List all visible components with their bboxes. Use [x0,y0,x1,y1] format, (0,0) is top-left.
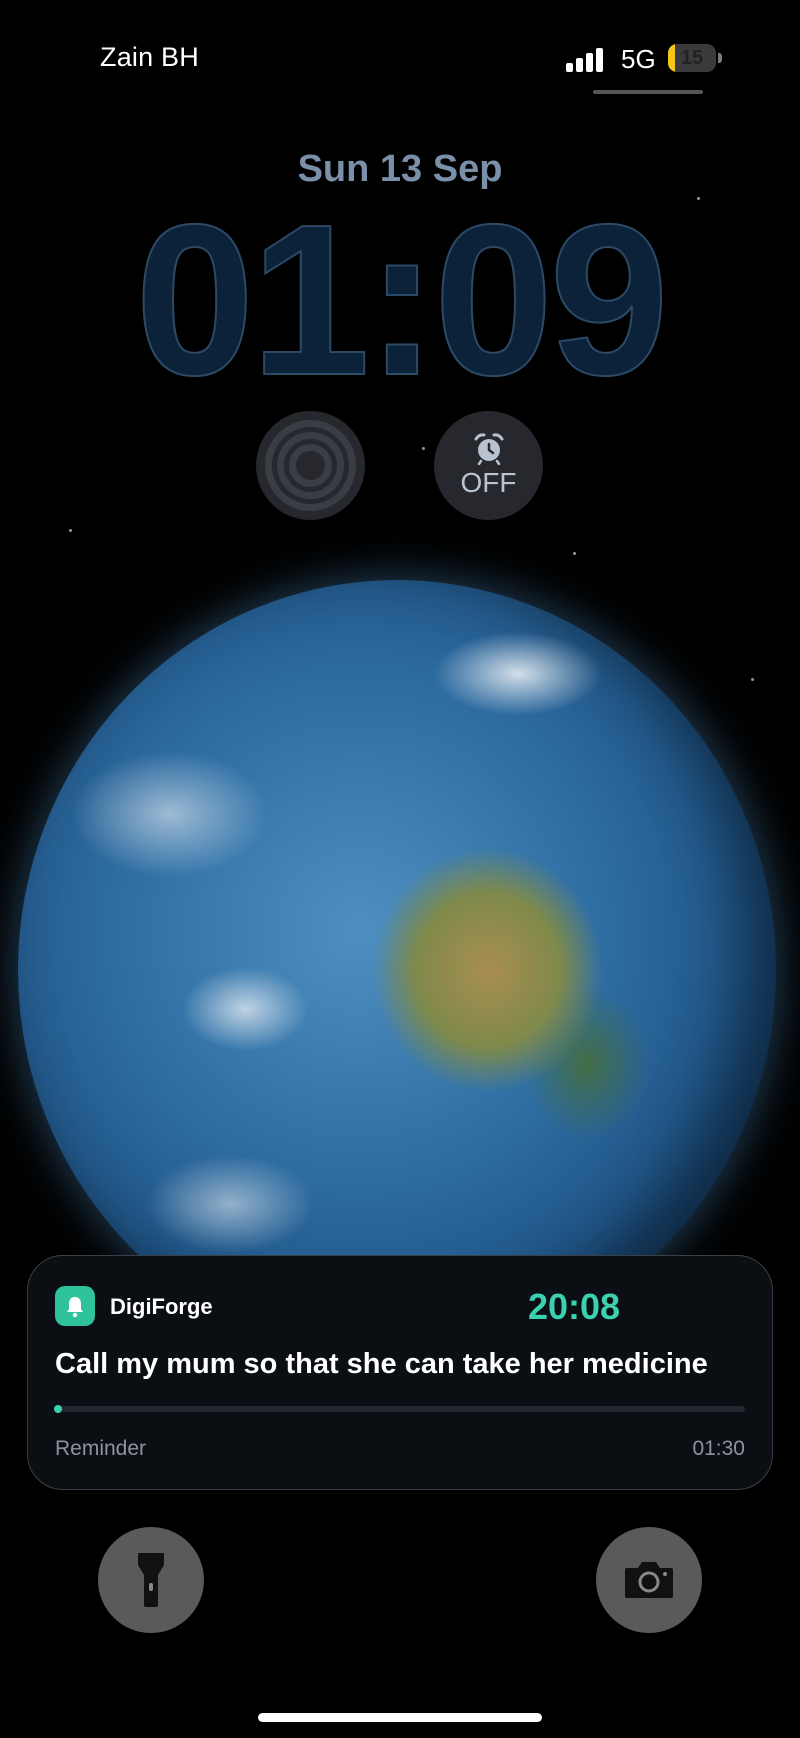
star [69,529,72,532]
star [422,447,425,450]
progress-knob [54,1405,62,1413]
alarm-status: OFF [460,467,517,498]
battery-level: 15 [680,47,704,69]
flashlight-button[interactable] [98,1527,204,1633]
battery-cap [718,53,722,63]
camera-icon [625,1562,673,1598]
bell-icon [67,1297,83,1318]
control-center-handle[interactable] [593,90,703,94]
earth-wallpaper [18,580,776,1360]
home-indicator[interactable] [258,1713,542,1722]
progress-bar [54,1405,745,1413]
app-icon [55,1286,95,1326]
app-name: DigiForge [110,1294,213,1319]
flashlight-icon [138,1553,164,1607]
battery-icon: 15 [668,44,716,72]
lock-screen: Zain BH 5G 15 Sun 13 Sep 01:09 OFF DigiF… [0,0,800,1738]
alarm-widget[interactable]: OFF [434,411,543,520]
lock-clock[interactable]: 01:09 [0,191,800,408]
status-bar: Zain BH 5G 15 [0,0,800,110]
carrier-name: Zain BH [100,42,199,72]
camera-button[interactable] [596,1527,702,1633]
notification-message: Call my mum so that she can take her med… [55,1348,708,1380]
cellular-signal-icon [566,48,603,72]
battery-indicator: 15 [668,44,722,72]
alarm-clock-icon [474,433,504,465]
live-activity-notification[interactable]: DigiForge 20:08 Call my mum so that she … [27,1255,773,1490]
star [573,552,576,555]
network-type: 5G [621,44,656,74]
notification-time: 20:08 [528,1286,621,1327]
notification-category: Reminder [55,1437,147,1460]
activity-widget[interactable] [256,411,365,520]
star [751,678,754,681]
concentric-rings-icon [265,420,356,511]
notification-duration: 01:30 [692,1437,745,1460]
